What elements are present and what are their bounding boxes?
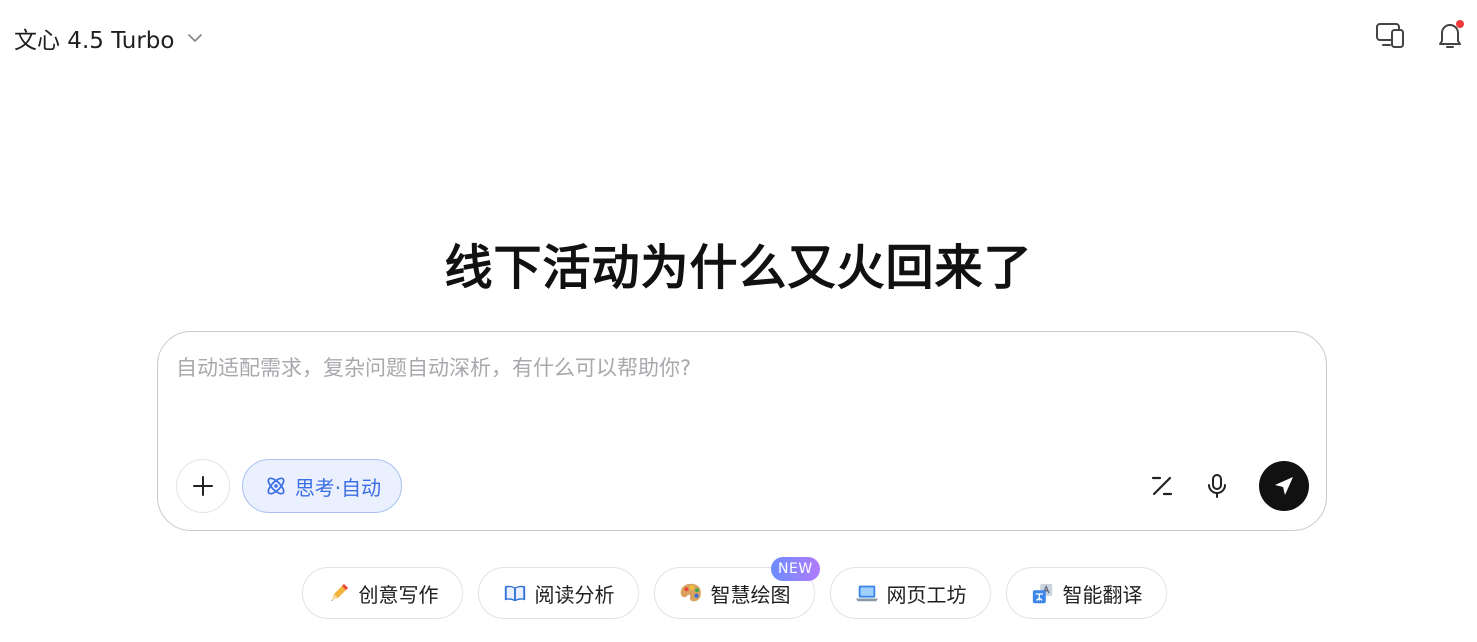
send-icon xyxy=(1275,477,1293,495)
devices-icon xyxy=(1376,23,1404,48)
top-right-actions xyxy=(1373,18,1467,52)
quick-action-label: 智能翻译 xyxy=(1062,582,1143,607)
quick-actions: 创意写作 阅读分析 智慧绘图 NEW 网页工坊 智能翻译 xyxy=(302,557,1167,619)
palette-icon xyxy=(679,581,703,605)
pencil-icon xyxy=(327,581,351,605)
attach-button[interactable] xyxy=(176,459,230,513)
think-mode-label: 思考·自动 xyxy=(294,475,382,500)
notification-dot xyxy=(1456,20,1464,28)
quick-action-label: 智慧绘图 xyxy=(710,582,791,607)
translate-icon xyxy=(1031,581,1055,605)
chat-composer: 思考·自动 xyxy=(157,331,1327,531)
quick-action-web-workshop[interactable]: 网页工坊 xyxy=(830,567,991,619)
quick-action-creative-writing[interactable]: 创意写作 xyxy=(302,567,463,619)
model-selector[interactable]: 文心 4.5 Turbo xyxy=(14,22,204,54)
think-mode-button[interactable]: 思考·自动 xyxy=(242,459,402,513)
message-input[interactable] xyxy=(176,352,1306,442)
quick-action-smart-translation[interactable]: 智能翻译 xyxy=(1006,567,1167,619)
book-icon xyxy=(503,581,527,605)
atom-icon xyxy=(267,477,285,495)
chevron-down-icon xyxy=(188,34,203,42)
quick-action-label: 网页工坊 xyxy=(886,582,967,607)
voice-input-button[interactable] xyxy=(1198,467,1236,505)
top-bar: 文心 4.5 Turbo xyxy=(0,0,1477,76)
new-badge: NEW xyxy=(771,557,820,581)
send-button[interactable] xyxy=(1259,461,1309,511)
plus-icon xyxy=(193,476,213,496)
page-title: 线下活动为什么又火回来了 xyxy=(444,240,1033,296)
quick-action-label: 阅读分析 xyxy=(534,582,615,607)
microphone-icon xyxy=(1208,474,1226,498)
format-button[interactable] xyxy=(1143,467,1181,505)
percent-slash-icon xyxy=(1151,476,1173,496)
model-name: 文心 4.5 Turbo xyxy=(14,28,175,54)
quick-action-label: 创意写作 xyxy=(358,582,439,607)
notifications-button[interactable] xyxy=(1433,18,1467,52)
quick-action-reading-analysis[interactable]: 阅读分析 xyxy=(478,567,639,619)
devices-button[interactable] xyxy=(1373,18,1407,52)
laptop-icon xyxy=(855,581,879,605)
quick-action-smart-drawing[interactable]: 智慧绘图 NEW xyxy=(654,557,820,619)
